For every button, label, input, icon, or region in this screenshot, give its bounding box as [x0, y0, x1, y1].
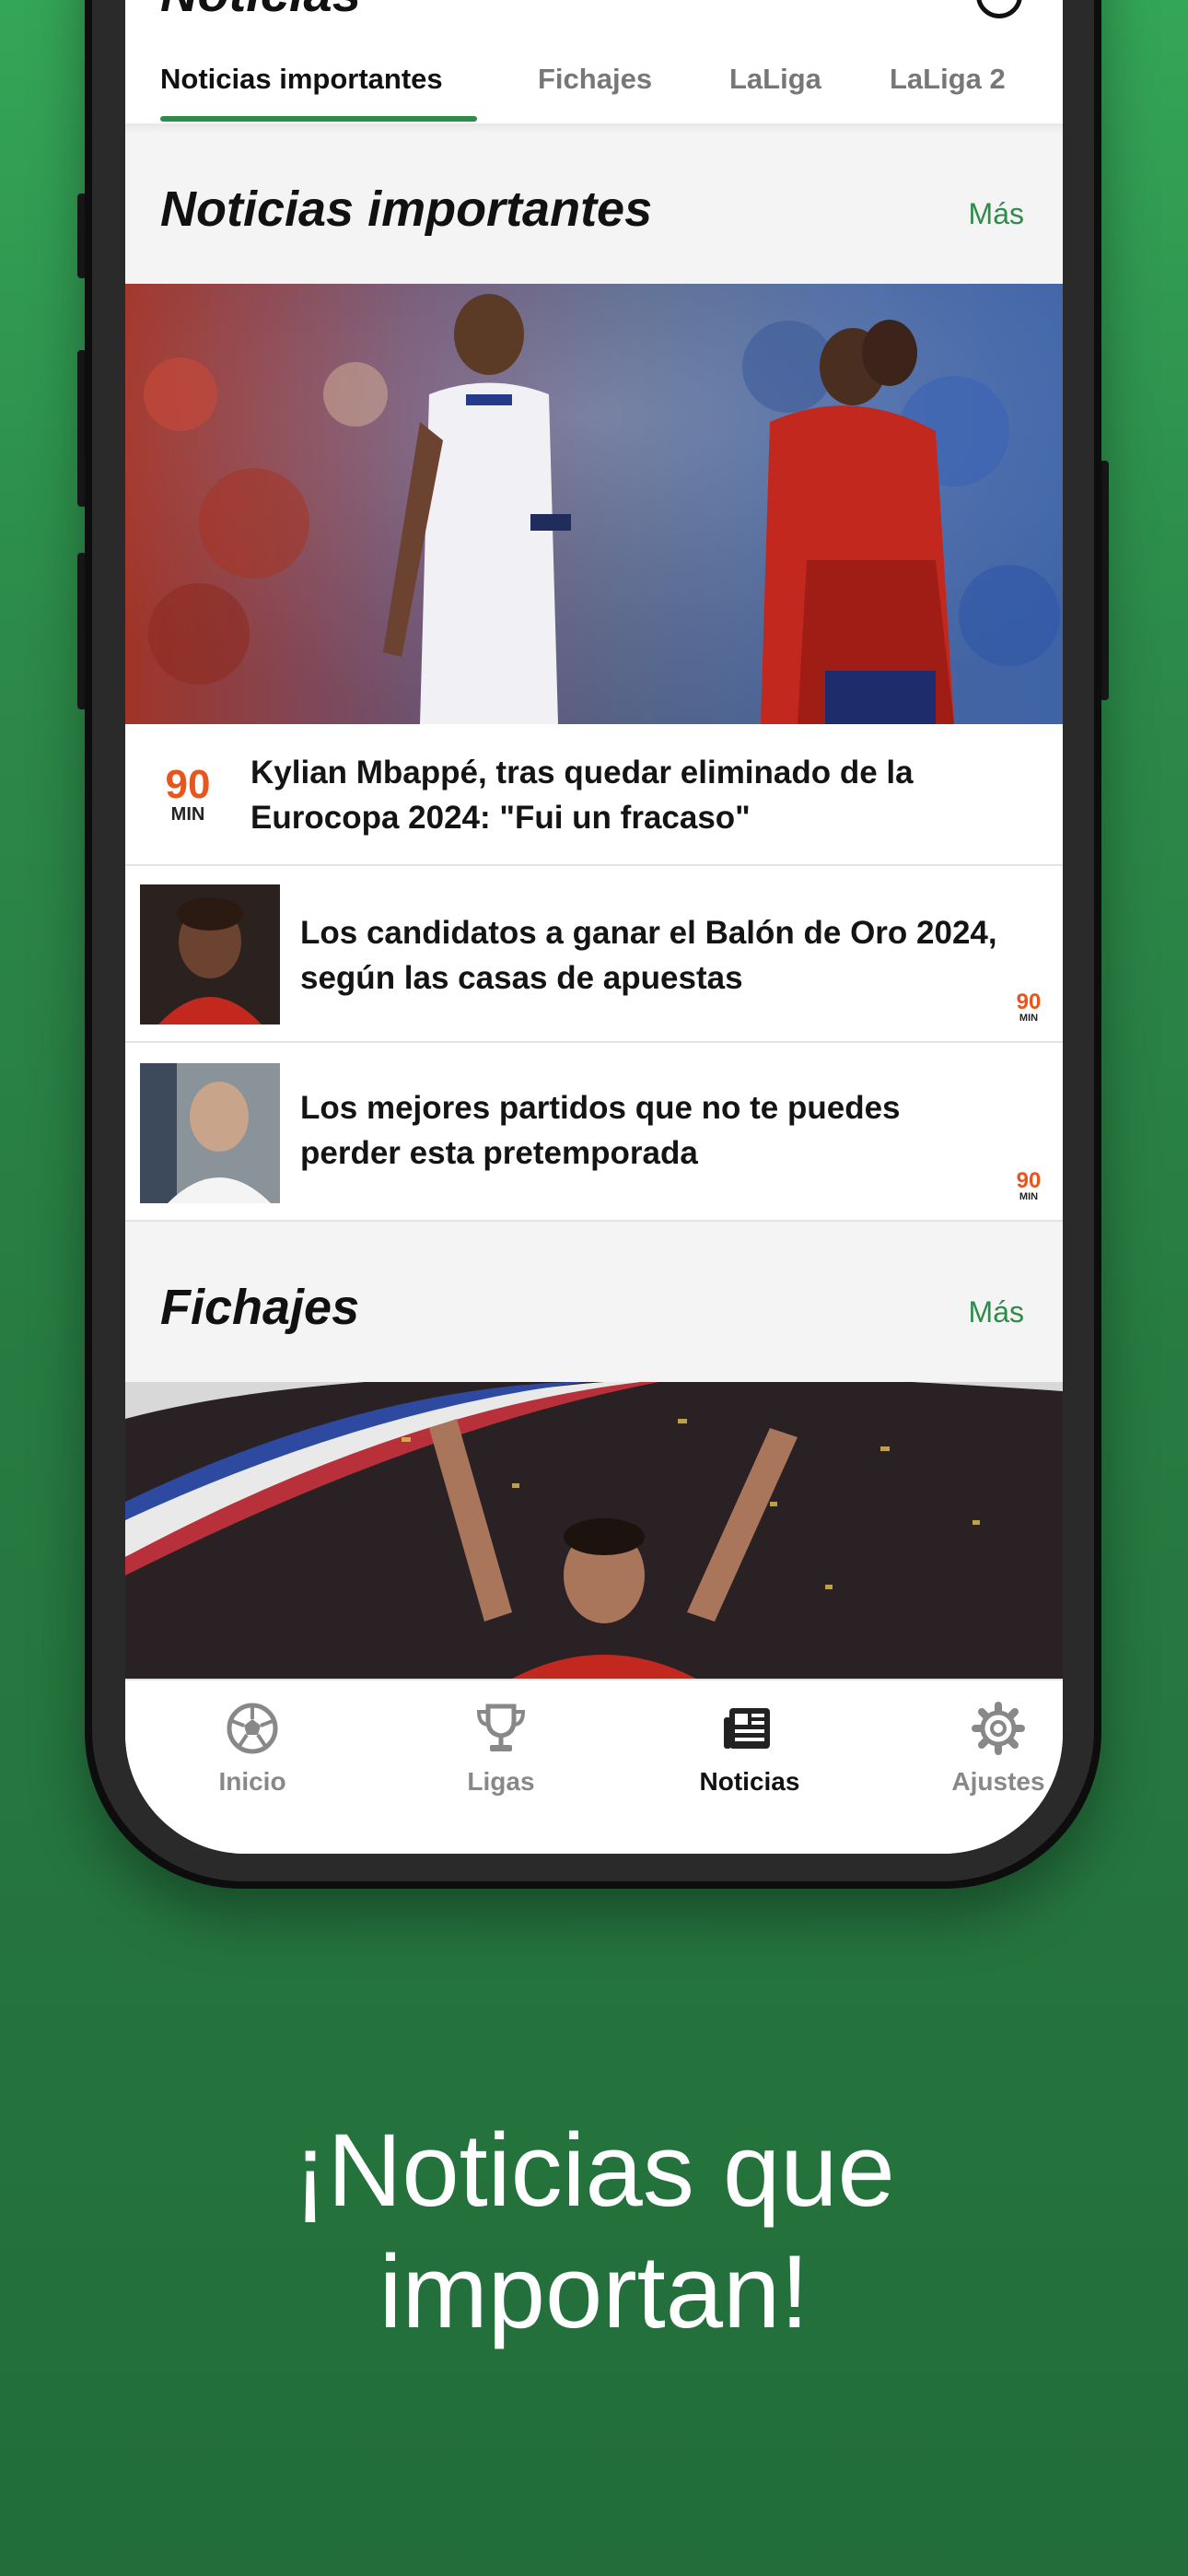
article-headline-3: Los mejores partidos que no te puedes pe…: [300, 1090, 901, 1171]
nav-item-noticias[interactable]: Noticias: [658, 1701, 842, 1797]
app-screen: Noticias Noticias importantes Fichajes L…: [125, 0, 1063, 1854]
logo-min: MIN: [170, 804, 205, 825]
more-link-important[interactable]: Más: [969, 197, 1024, 231]
header-shadow: [125, 123, 1063, 133]
logo-min: MIN: [1019, 1013, 1039, 1024]
nav-item-ligas[interactable]: Ligas: [409, 1701, 593, 1797]
gear-icon: [972, 1702, 1025, 1755]
divider: [125, 1220, 1063, 1222]
newspaper-icon: [724, 1708, 770, 1749]
90min-logo: 90 MIN: [160, 762, 215, 825]
90min-logo-small: 90 MIN: [1013, 1170, 1044, 1202]
search-icon[interactable]: [976, 0, 1022, 18]
tagline-line-1: ¡Noticias que: [293, 2113, 895, 2228]
trophy-icon: [476, 1704, 526, 1751]
article-headline-2: Los candidatos a ganar el Balón de Oro 2…: [300, 915, 997, 996]
hero-image-fichajes[interactable]: [125, 1382, 1063, 1679]
article-card-2[interactable]: Los candidatos a ganar el Balón de Oro 2…: [125, 866, 1063, 1041]
90min-logo-small: 90 MIN: [1013, 991, 1044, 1024]
article-headline-1: Kylian Mbappé, tras quedar eliminado de …: [250, 755, 914, 836]
article-card-3[interactable]: Los mejores partidos que no te puedes pe…: [125, 1043, 1063, 1220]
tab-noticias-importantes[interactable]: Noticias importantes: [160, 63, 443, 96]
tagline-line-2: importan!: [379, 2234, 809, 2349]
logo-number: 90: [1016, 1168, 1042, 1193]
top-header: Noticias Noticias importantes Fichajes L…: [125, 0, 1063, 125]
article-thumbnail-2: [140, 884, 280, 1025]
hero-photo-celebration: [125, 1382, 1063, 1679]
nav-label-inicio: Inicio: [218, 1767, 286, 1796]
bottom-nav: Inicio Ligas Noticias Ajustes: [125, 1679, 1063, 1854]
page-title: Noticias: [160, 0, 361, 23]
hero-image-mbappe[interactable]: [125, 284, 1063, 724]
tab-bar: Noticias importantes Fichajes LaLiga LaL…: [125, 44, 1063, 123]
article-card-1[interactable]: 90 MIN Kylian Mbappé, tras quedar elimin…: [125, 724, 1063, 864]
tab-laliga-2[interactable]: LaLiga 2: [890, 63, 1006, 96]
thumbnail-photo-coach: [140, 1063, 280, 1203]
more-link-transfers[interactable]: Más: [969, 1295, 1024, 1329]
logo-number: 90: [165, 762, 211, 807]
tab-laliga[interactable]: LaLiga: [729, 63, 821, 96]
thumbnail-photo-player: [140, 884, 280, 1025]
soccer-ball-icon: [227, 1703, 278, 1754]
active-tab-indicator: [160, 116, 477, 122]
nav-label-ajustes: Ajustes: [951, 1767, 1045, 1796]
article-thumbnail-3: [140, 1063, 280, 1203]
nav-label-ligas: Ligas: [467, 1767, 535, 1796]
logo-min: MIN: [1019, 1191, 1039, 1202]
section-title-important: Noticias importantes: [160, 181, 653, 237]
logo-number: 90: [1016, 989, 1042, 1014]
nav-item-ajustes[interactable]: Ajustes: [906, 1701, 1063, 1797]
tab-fichajes[interactable]: Fichajes: [538, 63, 652, 96]
nav-label-noticias: Noticias: [699, 1767, 800, 1796]
hero-photo-mbappe: [125, 284, 1063, 724]
section-title-transfers: Fichajes: [160, 1280, 360, 1335]
marketing-tagline: ¡Noticias que importan!: [0, 2110, 1188, 2353]
nav-item-inicio[interactable]: Inicio: [160, 1701, 344, 1797]
